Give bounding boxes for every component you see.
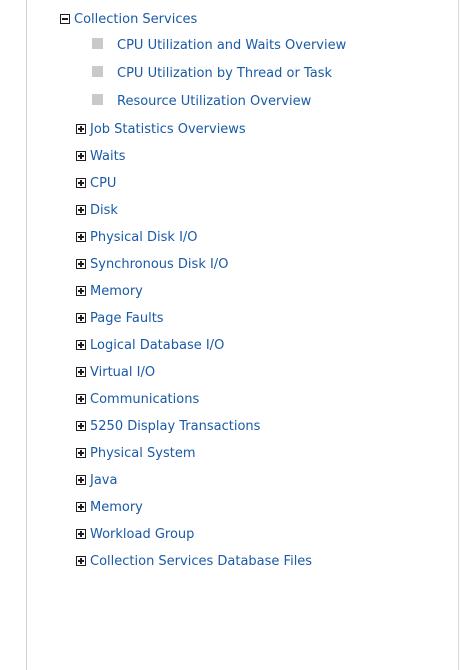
tree-node-collection-services[interactable]: Collection Services [60,10,346,36]
expand-icon[interactable] [76,529,86,539]
tree-node-label[interactable]: Memory [90,500,143,515]
tree-node-label[interactable]: CPU [90,176,116,191]
tree-node-label[interactable]: Virtual I/O [90,365,155,380]
tree-node-label[interactable]: Physical Disk I/O [90,230,198,245]
expand-icon[interactable] [76,394,86,404]
tree-node-label[interactable]: Collection Services [74,12,197,27]
tree-node-group[interactable]: Logical Database I/O [60,336,346,363]
tree-node-group[interactable]: Physical System [60,444,346,471]
tree-node-label[interactable]: Collection Services Database Files [90,554,312,569]
tree-node-group[interactable]: Physical Disk I/O [60,228,346,255]
tree-node-group[interactable]: Page Faults [60,309,346,336]
tree-node-label[interactable]: Memory [90,284,143,299]
tree-node-group[interactable]: Job Statistics Overviews [60,120,346,147]
tree-node-label[interactable]: Waits [90,149,125,164]
tree-node-label[interactable]: 5250 Display Transactions [90,419,260,434]
expand-icon[interactable] [76,232,86,242]
tree-node-group[interactable]: Communications [60,390,346,417]
tree-node-label[interactable]: Page Faults [90,311,164,326]
tree-node-label[interactable]: Physical System [90,446,196,461]
expand-icon[interactable] [76,502,86,512]
tree-node-group[interactable]: 5250 Display Transactions [60,417,346,444]
collapse-icon[interactable] [60,14,70,24]
tree-node-group[interactable]: Waits [60,147,346,174]
tree-leaf[interactable]: Resource Utilization Overview [60,92,346,120]
expand-icon[interactable] [76,475,86,485]
expand-icon[interactable] [76,556,86,566]
tree-node-group[interactable]: Memory [60,282,346,309]
tree-node-group[interactable]: Collection Services Database Files [60,552,346,579]
expand-icon[interactable] [76,151,86,161]
tree-node-group[interactable]: CPU [60,174,346,201]
tree-node-group[interactable]: Workload Group [60,525,346,552]
leaf-bullet-icon [92,94,103,105]
navigation-panel: Collection Services CPU Utilization and … [26,0,459,670]
expand-icon[interactable] [76,178,86,188]
tree-node-label[interactable]: Job Statistics Overviews [90,122,246,137]
tree-node-group[interactable]: Java [60,471,346,498]
tree-node-label[interactable]: Workload Group [90,527,194,542]
tree-leaf-label[interactable]: Resource Utilization Overview [117,94,311,109]
expand-icon[interactable] [76,340,86,350]
tree-leaf-label[interactable]: CPU Utilization and Waits Overview [117,38,346,53]
tree-node-label[interactable]: Synchronous Disk I/O [90,257,228,272]
leaf-bullet-icon [92,38,103,49]
tree-leaf[interactable]: CPU Utilization by Thread or Task [60,64,346,92]
expand-icon[interactable] [76,259,86,269]
tree-node-group[interactable]: Disk [60,201,346,228]
expand-icon[interactable] [76,367,86,377]
tree-leaf[interactable]: CPU Utilization and Waits Overview [60,36,346,64]
tree-node-label[interactable]: Logical Database I/O [90,338,224,353]
expand-icon[interactable] [76,205,86,215]
expand-icon[interactable] [76,286,86,296]
expand-icon[interactable] [76,421,86,431]
tree-node-label[interactable]: Disk [90,203,118,218]
collection-services-tree: Collection Services CPU Utilization and … [60,10,346,579]
tree-node-group[interactable]: Synchronous Disk I/O [60,255,346,282]
tree-node-group[interactable]: Virtual I/O [60,363,346,390]
tree-node-label[interactable]: Java [90,473,117,488]
expand-icon[interactable] [76,448,86,458]
expand-icon[interactable] [76,313,86,323]
tree-leaf-label[interactable]: CPU Utilization by Thread or Task [117,66,332,81]
tree-node-label[interactable]: Communications [90,392,199,407]
tree-node-group[interactable]: Memory [60,498,346,525]
expand-icon[interactable] [76,124,86,134]
leaf-bullet-icon [92,66,103,77]
